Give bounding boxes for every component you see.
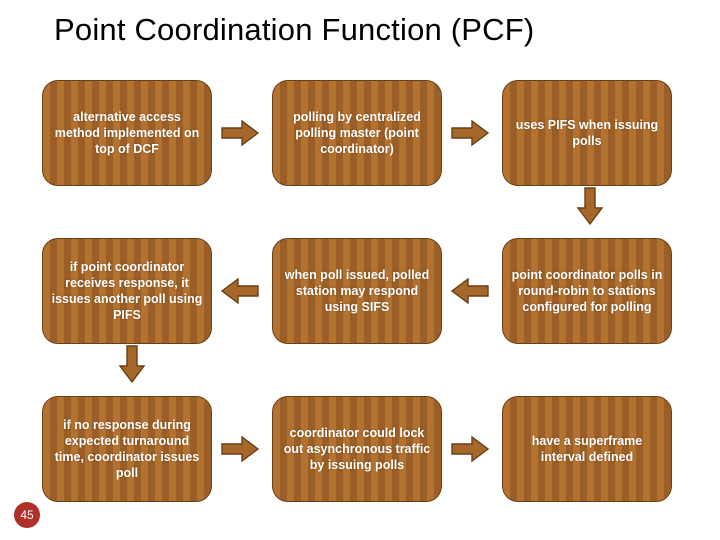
card-text: alternative access method implemented on… [51, 109, 203, 158]
arrow-right-icon [220, 119, 260, 147]
arrow-right-icon [450, 435, 490, 463]
slide-number: 45 [20, 508, 33, 522]
slide: Point Coordination Function (PCF) altern… [0, 0, 720, 540]
card-text: coordinator could lock out asynchronous … [281, 425, 433, 474]
card-r3c3: have a superframe interval defined [502, 396, 672, 502]
card-r1c3: uses PIFS when issuing polls [502, 80, 672, 186]
card-text: polling by centralized polling master (p… [281, 109, 433, 158]
arrow-down-icon [112, 350, 152, 378]
arrow-left-icon [450, 277, 490, 305]
page-title: Point Coordination Function (PCF) [54, 12, 696, 48]
card-text: uses PIFS when issuing polls [511, 117, 663, 150]
card-text: if no response during expected turnaroun… [51, 417, 203, 482]
card-text: when poll issued, polled station may res… [281, 267, 433, 316]
slide-number-badge: 45 [14, 502, 40, 528]
card-text: have a superframe interval defined [511, 433, 663, 466]
card-r2c3: point coordinator polls in round-robin t… [502, 238, 672, 344]
card-r2c1: if point coordinator receives response, … [42, 238, 212, 344]
card-r3c1: if no response during expected turnaroun… [42, 396, 212, 502]
card-r1c1: alternative access method implemented on… [42, 80, 212, 186]
card-r3c2: coordinator could lock out asynchronous … [272, 396, 442, 502]
card-text: if point coordinator receives response, … [51, 259, 203, 324]
card-r2c2: when poll issued, polled station may res… [272, 238, 442, 344]
arrow-right-icon [450, 119, 490, 147]
card-r1c2: polling by centralized polling master (p… [272, 80, 442, 186]
arrow-down-icon [570, 192, 610, 220]
arrow-left-icon [220, 277, 260, 305]
arrow-right-icon [220, 435, 260, 463]
diagram-grid: alternative access method implemented on… [0, 80, 720, 520]
card-text: point coordinator polls in round-robin t… [511, 267, 663, 316]
